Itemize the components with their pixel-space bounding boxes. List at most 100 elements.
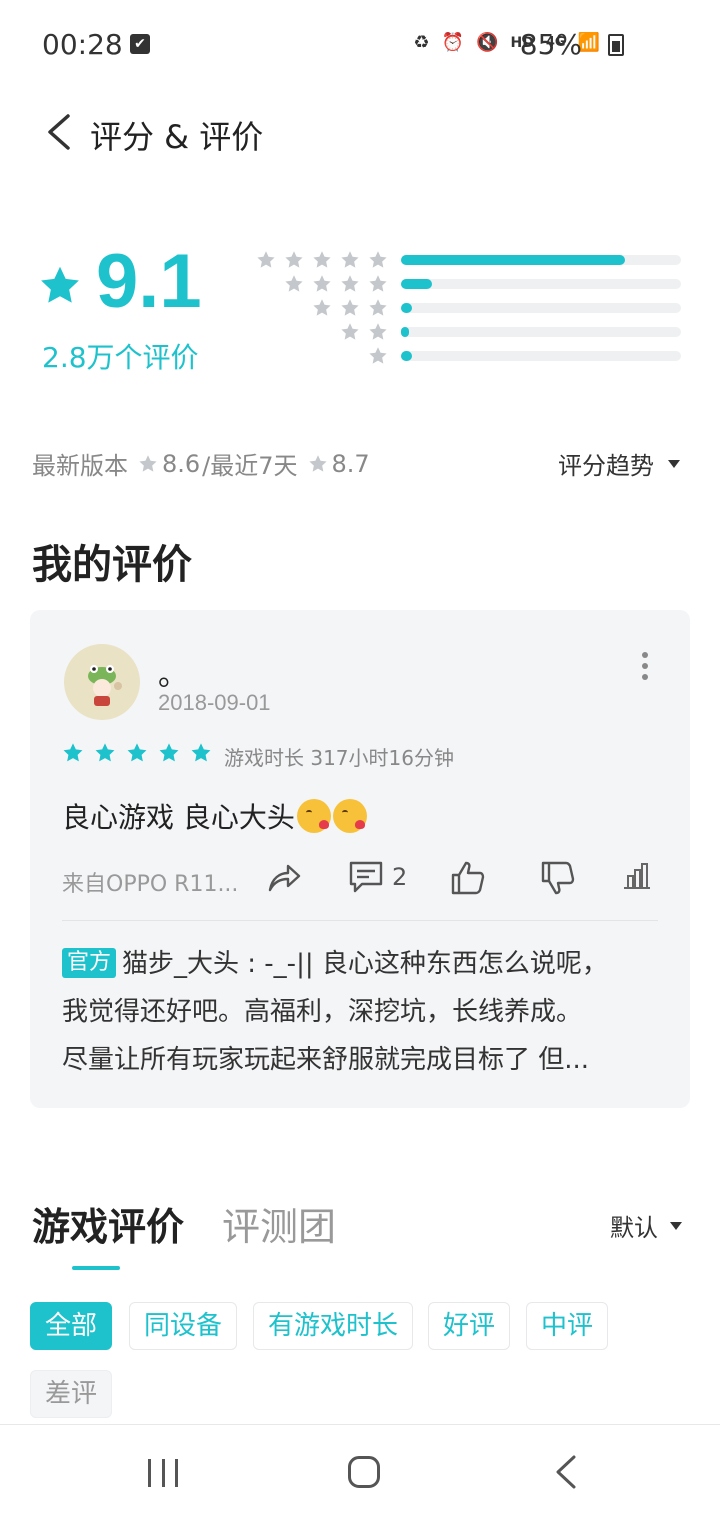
star-icon [127,743,147,762]
recents-icon[interactable] [148,1459,178,1487]
filter-neutral[interactable]: 中评 [526,1302,609,1350]
reply-text-1: 猫步_大头 : -_-|| 良心这种东西怎么说呢， [122,949,608,979]
avatar[interactable] [64,644,140,720]
page-title: 评分 & 评价 [90,118,264,156]
stats-button[interactable] [622,860,652,890]
filter-same-device[interactable]: 同设备 [129,1302,238,1350]
distribution-stars [284,274,388,294]
filter-positive[interactable]: 好评 [428,1302,511,1350]
review-actions: 来自OPPO R11... 2 [62,860,662,900]
more-options-icon[interactable] [642,652,650,680]
distribution-row [256,250,686,274]
overall-score: 9.1 [96,239,202,324]
comment-icon [349,861,383,893]
distribution-bar-fill [401,279,432,289]
alarm-icon: ⏰ [441,32,465,53]
star-icon [139,454,157,472]
my-review-card: 。 2018-09-01 游戏时长 317小时16分钟 良心游戏 良心大头 来自… [30,610,690,1108]
rating-trend-label: 评分趋势 [558,452,654,480]
system-nav-bar [0,1424,720,1520]
distribution-bar-track [401,327,681,337]
distribution-row [256,322,686,346]
star-icon [313,251,331,268]
tab-review-team[interactable]: 评测团 [222,1196,336,1251]
star-icon [313,299,331,316]
star-icon [41,266,79,303]
distribution-row [256,346,686,370]
tab-game-reviews[interactable]: 游戏评价 [32,1196,184,1251]
comment-button[interactable]: 2 [348,860,407,894]
distribution-bar-track [401,351,681,361]
playtime: 游戏时长 317小时16分钟 [224,746,454,770]
distribution-bar-fill [401,327,409,337]
filter-negative[interactable]: 差评 [30,1370,113,1418]
rating-trend-button[interactable]: 评分趋势 [558,446,680,481]
reply-line-1: 官方 猫步_大头 : -_-|| 良心这种东西怎么说呢， [62,940,662,988]
version-label: 最新版本 [32,452,128,480]
star-icon [159,743,179,762]
app-header: 评分 & 评价 [0,104,720,160]
distribution-stars [312,298,388,318]
sort-label: 默认 [610,1214,658,1242]
thumbs-down-icon [541,861,575,895]
star-icon [341,299,359,316]
star-icon [341,275,359,292]
kiss-emoji-icon [332,799,367,833]
divider [62,920,658,921]
distribution-bar-track [401,303,681,313]
username: 。 [158,658,188,693]
star-icon [369,347,387,364]
official-badge: 官方 [62,948,117,978]
rating-distribution [256,250,686,370]
share-button[interactable] [266,860,302,894]
star-icon [257,251,275,268]
review-tabs: 游戏评价 评测团 默认 [32,1196,692,1276]
back-arrow-icon[interactable] [40,108,80,156]
distribution-row [256,298,686,322]
dislike-button[interactable] [540,860,576,896]
distribution-bar-fill [401,255,625,265]
battery-percent: 85% [519,28,582,61]
star-icon [63,743,83,762]
star-icon [285,275,303,292]
distribution-bar-track [401,279,681,289]
star-icon [341,251,359,268]
star-icon [341,323,359,340]
star-icon [308,454,327,472]
version-score: 8.6 [162,449,201,478]
reply-line-2: 我觉得还好吧。高福利，深挖坑，长线养成。 [62,997,583,1027]
distribution-bar-fill [401,303,413,313]
filter-has-playtime[interactable]: 有游戏时长 [253,1302,414,1350]
recent-label: /最近7天 [202,452,298,480]
distribution-bar-fill [401,351,413,361]
distribution-stars [256,250,388,270]
bar-chart-icon [624,863,650,889]
distribution-stars [340,322,388,342]
my-review-title: 我的评价 [32,542,192,588]
star-icon [285,251,303,268]
recent-score: 8.7 [331,449,370,478]
version-rating: 最新版本 8.6 /最近7天 8.7 [32,446,370,481]
reply-line-3: 尽量让所有玩家玩起来舒服就完成目标了 但... [62,1045,590,1075]
like-button[interactable] [450,860,486,896]
frog-avatar-icon [88,665,122,706]
review-text: 良心游戏 良心大头 [62,796,367,836]
review-text-content: 良心游戏 良心大头 [62,801,295,834]
back-icon[interactable] [552,1453,580,1491]
kiss-emoji-icon [296,799,331,833]
mute-icon: 🔇 [476,32,499,53]
review-date: 2018-09-01 [158,690,271,715]
home-icon[interactable] [348,1456,380,1488]
sort-dropdown[interactable]: 默认 [610,1208,682,1243]
official-reply[interactable]: 官方 猫步_大头 : -_-|| 良心这种东西怎么说呢， 我觉得还好吧。高福利，深… [62,940,662,1084]
status-bar: 00:28 ✔ ♻ ⏰ 🔇 HD 4G 📶 85% [0,0,720,90]
dropdown-triangle-icon [670,1221,682,1230]
tab-indicator [72,1266,120,1270]
star-icon [369,251,387,268]
rating-count: 2.8万个评价 [42,341,199,374]
distribution-stars [368,346,388,366]
recycle-icon: ♻ [413,32,430,53]
status-time: 00:28 [42,28,123,61]
filter-all[interactable]: 全部 [30,1302,113,1350]
distribution-row [256,274,686,298]
